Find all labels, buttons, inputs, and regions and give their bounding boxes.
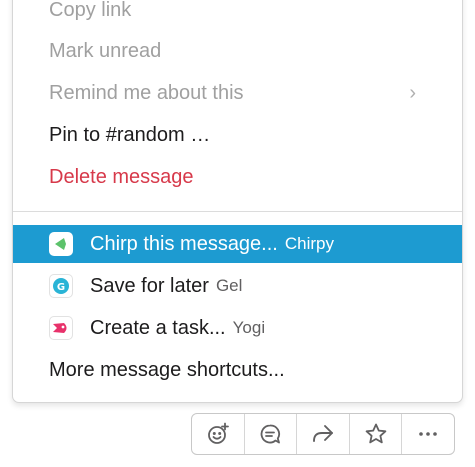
copy-link-item[interactable]: Copy link bbox=[13, 0, 462, 29]
comment-icon bbox=[261, 424, 281, 444]
share-arrow-icon bbox=[313, 425, 333, 442]
message-action-toolbar bbox=[191, 413, 455, 455]
mark-unread-label: Mark unread bbox=[49, 39, 162, 62]
save-for-later-label: Save for later bbox=[90, 274, 209, 297]
yogi-app-name: Yogi bbox=[232, 318, 266, 337]
share-message-button[interactable] bbox=[297, 414, 350, 454]
emoji-add-icon bbox=[207, 422, 229, 444]
message-actions-menu: Copy link Mark unread Remind me about th… bbox=[12, 0, 463, 403]
ellipsis-icon bbox=[419, 432, 437, 436]
menu-divider bbox=[13, 211, 462, 212]
chevron-right-icon: › bbox=[409, 82, 416, 104]
create-task-label: Create a task... bbox=[90, 316, 226, 339]
create-task-item[interactable]: Create a task... Yogi bbox=[13, 309, 462, 347]
add-reaction-button[interactable] bbox=[192, 414, 245, 454]
save-for-later-item[interactable]: G Save for later Gel bbox=[13, 267, 462, 305]
star-icon bbox=[365, 423, 386, 444]
save-star-button[interactable] bbox=[350, 414, 403, 454]
delete-message-label: Delete message bbox=[49, 165, 194, 188]
remind-me-item[interactable]: Remind me about this › bbox=[13, 74, 462, 112]
pin-to-channel-label: Pin to #random … bbox=[49, 123, 211, 146]
chirp-message-item[interactable]: Chirp this message... Chirpy bbox=[13, 225, 462, 263]
chirpy-app-name: Chirpy bbox=[284, 234, 334, 253]
more-actions-button[interactable] bbox=[402, 414, 454, 454]
mark-unread-item[interactable]: Mark unread bbox=[13, 32, 462, 70]
chirp-message-label: Chirp this message... bbox=[90, 232, 278, 255]
gel-icon: G bbox=[49, 274, 73, 298]
copy-link-label: Copy link bbox=[49, 0, 132, 21]
more-shortcuts-item[interactable]: More message shortcuts... bbox=[13, 351, 462, 389]
chirpy-icon bbox=[49, 232, 73, 256]
gel-app-name: Gel bbox=[215, 276, 243, 295]
svg-text:G: G bbox=[57, 282, 65, 293]
yogi-icon bbox=[49, 316, 73, 340]
remind-me-label: Remind me about this bbox=[49, 81, 244, 104]
reply-thread-button[interactable] bbox=[245, 414, 298, 454]
pin-to-channel-item[interactable]: Pin to #random … bbox=[13, 116, 462, 154]
delete-message-item[interactable]: Delete message bbox=[13, 158, 462, 196]
more-shortcuts-label: More message shortcuts... bbox=[49, 358, 285, 381]
